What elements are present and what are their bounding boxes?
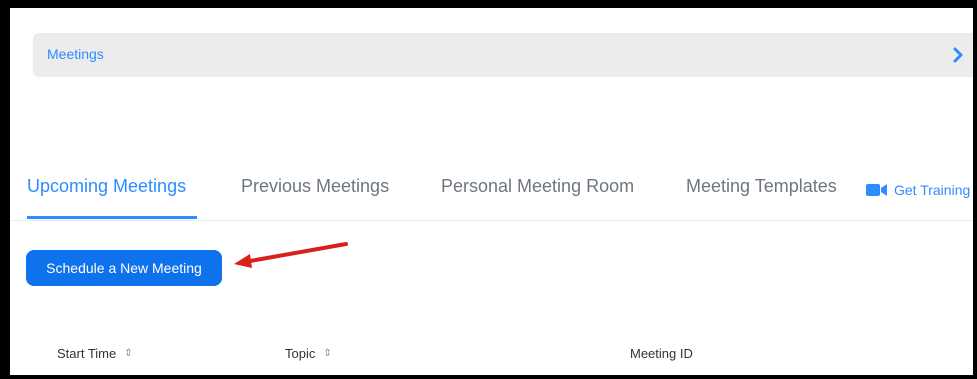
schedule-new-meeting-button[interactable]: Schedule a New Meeting (26, 250, 222, 286)
sort-icon[interactable]: ⇕ (323, 348, 331, 359)
meeting-tabs: Upcoming Meetings Previous Meetings Pers… (10, 158, 973, 221)
column-topic[interactable]: Topic ⇕ (285, 346, 332, 361)
tab-personal-meeting-room[interactable]: Personal Meeting Room (441, 176, 634, 197)
column-meeting-id: Meeting ID (630, 346, 693, 361)
annotation-arrow-icon (234, 242, 348, 268)
get-training-link[interactable]: Get Training (866, 182, 970, 198)
column-start-time[interactable]: Start Time ⇕ (57, 346, 133, 361)
breadcrumb: Meetings (33, 33, 973, 77)
get-training-label: Get Training (894, 182, 971, 198)
meetings-table-header: Start Time ⇕ Topic ⇕ Meeting ID (10, 338, 973, 368)
tab-meeting-templates[interactable]: Meeting Templates (686, 176, 837, 197)
chevron-right-icon[interactable] (949, 46, 967, 64)
zoom-meetings-page: Meetings Upcoming Meetings Previous Meet… (10, 8, 973, 375)
tab-previous-meetings[interactable]: Previous Meetings (241, 176, 389, 197)
breadcrumb-meetings-link[interactable]: Meetings (47, 46, 104, 62)
sort-icon[interactable]: ⇕ (124, 348, 132, 359)
active-tab-indicator (27, 216, 197, 219)
video-camera-icon (866, 184, 887, 196)
tab-upcoming-meetings[interactable]: Upcoming Meetings (27, 176, 186, 197)
